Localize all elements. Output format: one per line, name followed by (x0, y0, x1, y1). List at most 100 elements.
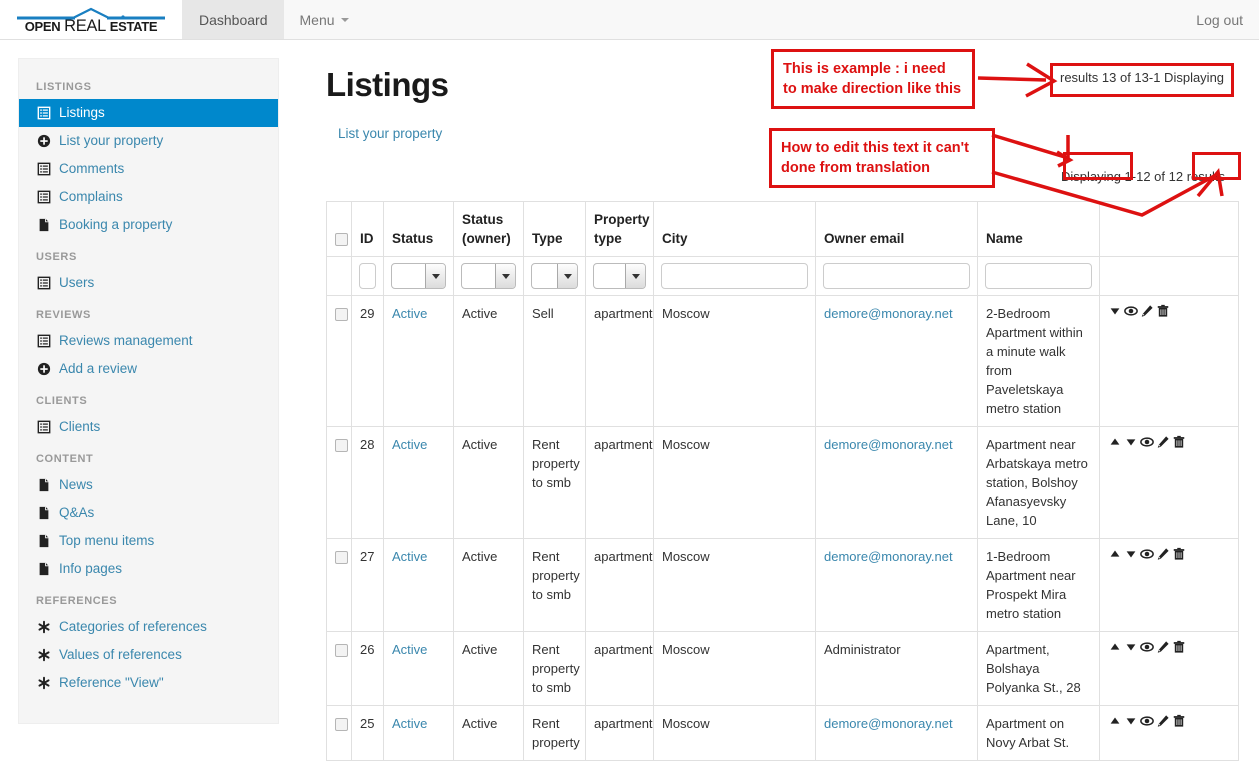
cell-property-type: apartment (586, 632, 654, 706)
move-down-icon[interactable] (1108, 304, 1122, 318)
row-checkbox[interactable] (335, 644, 348, 657)
cell-row-select[interactable] (327, 706, 352, 761)
select-all-checkbox[interactable] (335, 233, 348, 246)
status-value[interactable]: Active (392, 716, 427, 731)
column-header-property-type[interactable]: Property type (586, 202, 654, 257)
cell-row-select[interactable] (327, 539, 352, 632)
chevron-down-icon[interactable] (557, 264, 577, 288)
move-down-icon[interactable] (1124, 435, 1138, 449)
owner-email-value[interactable]: demore@monoray.net (824, 306, 953, 321)
cell-city: Moscow (654, 706, 816, 761)
cell-status[interactable]: Active (384, 706, 454, 761)
filter-select-type[interactable] (531, 263, 578, 289)
move-up-icon[interactable] (1108, 714, 1122, 728)
filter-input-id[interactable] (359, 263, 376, 289)
column-header-owner-email[interactable]: Owner email (816, 202, 978, 257)
cell-status[interactable]: Active (384, 427, 454, 539)
delete-icon[interactable] (1172, 547, 1186, 561)
delete-icon[interactable] (1172, 435, 1186, 449)
edit-icon[interactable] (1140, 304, 1154, 318)
row-actions (1108, 304, 1230, 318)
column-header-status[interactable]: Status (384, 202, 454, 257)
edit-icon[interactable] (1156, 435, 1170, 449)
sidebar-item-top-menu-items[interactable]: Top menu items (19, 527, 278, 555)
sidebar-item-list-your-property[interactable]: List your property (19, 127, 278, 155)
sidebar-item-reviews-management[interactable]: Reviews management (19, 327, 278, 355)
status-value[interactable]: Active (392, 642, 427, 657)
status-value[interactable]: Active (392, 437, 427, 452)
sidebar-item-users[interactable]: Users (19, 269, 278, 297)
owner-email-value[interactable]: demore@monoray.net (824, 437, 953, 452)
filter-select-status[interactable] (391, 263, 446, 289)
delete-icon[interactable] (1172, 640, 1186, 654)
row-checkbox[interactable] (335, 718, 348, 731)
move-up-icon[interactable] (1108, 640, 1122, 654)
column-header-type[interactable]: Type (524, 202, 586, 257)
view-icon[interactable] (1140, 640, 1154, 654)
chevron-down-icon[interactable] (495, 264, 515, 288)
cell-owner-email[interactable]: demore@monoray.net (816, 539, 978, 632)
status-value[interactable]: Active (392, 549, 427, 564)
column-header-status-owner[interactable]: Status (owner) (454, 202, 524, 257)
move-up-icon[interactable] (1108, 435, 1122, 449)
cell-owner-email[interactable]: demore@monoray.net (816, 706, 978, 761)
sidebar-item-clients[interactable]: Clients (19, 413, 278, 441)
move-up-icon[interactable] (1108, 547, 1122, 561)
list-your-property-link[interactable]: List your property (338, 126, 442, 141)
sidebar-item-complains[interactable]: Complains (19, 183, 278, 211)
view-icon[interactable] (1140, 547, 1154, 561)
edit-icon[interactable] (1156, 714, 1170, 728)
column-header-id[interactable]: ID (352, 202, 384, 257)
edit-icon[interactable] (1156, 640, 1170, 654)
chevron-down-icon[interactable] (625, 264, 645, 288)
cell-row-select[interactable] (327, 632, 352, 706)
move-down-icon[interactable] (1124, 547, 1138, 561)
move-down-icon[interactable] (1124, 640, 1138, 654)
move-down-icon[interactable] (1124, 714, 1138, 728)
column-header-city[interactable]: City (654, 202, 816, 257)
sidebar-item-values-of-references[interactable]: Values of references (19, 641, 278, 669)
view-icon[interactable] (1140, 714, 1154, 728)
sidebar-item-q-as[interactable]: Q&As (19, 499, 278, 527)
filter-select-property-type[interactable] (593, 263, 646, 289)
view-icon[interactable] (1124, 304, 1138, 318)
row-checkbox[interactable] (335, 439, 348, 452)
view-icon[interactable] (1140, 435, 1154, 449)
logout-button[interactable]: Log out (1180, 12, 1259, 28)
chevron-down-icon[interactable] (425, 264, 445, 288)
row-checkbox[interactable] (335, 551, 348, 564)
nav-menu[interactable]: Menu (284, 0, 365, 39)
cell-status[interactable]: Active (384, 539, 454, 632)
sidebar-item-categories-of-references[interactable]: Categories of references (19, 613, 278, 641)
brand-logo[interactable]: OPEN REAL ESTATE (0, 0, 183, 39)
sidebar-item-news[interactable]: News (19, 471, 278, 499)
cell-status[interactable]: Active (384, 632, 454, 706)
sidebar-item-reference-view[interactable]: Reference "View" (19, 669, 278, 697)
filter-select-status-owner[interactable] (461, 263, 516, 289)
nav-dashboard[interactable]: Dashboard (183, 0, 284, 39)
filter-cell-id (352, 257, 384, 296)
row-checkbox[interactable] (335, 308, 348, 321)
cell-owner-email[interactable]: demore@monoray.net (816, 296, 978, 427)
filter-input-name[interactable] (985, 263, 1092, 289)
cell-status[interactable]: Active (384, 296, 454, 427)
cell-row-select[interactable] (327, 427, 352, 539)
filter-input-city[interactable] (661, 263, 808, 289)
sidebar-item-listings[interactable]: Listings (19, 99, 278, 127)
edit-icon[interactable] (1156, 547, 1170, 561)
owner-email-value[interactable]: demore@monoray.net (824, 716, 953, 731)
sidebar-item-add-a-review[interactable]: Add a review (19, 355, 278, 383)
column-header-name[interactable]: Name (978, 202, 1100, 257)
sidebar-item-booking-a-property[interactable]: Booking a property (19, 211, 278, 239)
cell-row-select[interactable] (327, 296, 352, 427)
cell-owner-email[interactable]: demore@monoray.net (816, 427, 978, 539)
cell-id: 25 (352, 706, 384, 761)
delete-icon[interactable] (1172, 714, 1186, 728)
filter-input-owner-email[interactable] (823, 263, 970, 289)
owner-email-value[interactable]: demore@monoray.net (824, 549, 953, 564)
sidebar-item-info-pages[interactable]: Info pages (19, 555, 278, 583)
status-value[interactable]: Active (392, 306, 427, 321)
sidebar-item-comments[interactable]: Comments (19, 155, 278, 183)
page-icon (36, 534, 51, 549)
delete-icon[interactable] (1156, 304, 1170, 318)
